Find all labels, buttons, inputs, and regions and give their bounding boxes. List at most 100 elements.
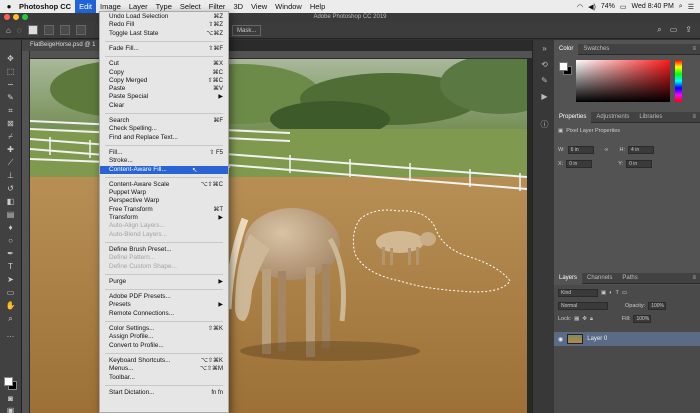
share-icon[interactable]: ⇪ [685,25,692,35]
clock[interactable]: Wed 8:40 PM [632,3,674,10]
lock-position-icon[interactable]: ✥ [582,316,587,322]
height-field[interactable]: 4 in [628,146,655,154]
volume-icon[interactable]: ◀) [588,3,596,11]
lock-pixels-icon[interactable]: ▦ [574,316,579,322]
edit-menu-item-keyboard-shortcuts[interactable]: Keyboard Shortcuts... ⌥⇧⌘K [100,357,228,365]
tab-adjustments[interactable]: Adjustments [591,112,634,123]
screen-mode-icon[interactable]: ▣ [5,406,16,413]
brush-tool-icon[interactable]: ⟋ [5,158,16,167]
menu-3d[interactable]: 3D [229,0,247,13]
foreground-color-swatch[interactable] [4,377,13,386]
edit-menu-item-paste-special[interactable]: Paste Special ▶ [100,93,228,101]
quick-select-tool-icon[interactable]: ✎ [5,93,16,102]
marquee-tool-icon[interactable]: ⬚ [5,67,16,76]
lasso-tool-icon[interactable]: ∽ [5,80,16,89]
lock-all-icon[interactable]: 🔒︎ [590,316,593,323]
edit-menu-item-puppet-warp[interactable]: Puppet Warp [100,189,228,197]
edit-menu-item-start-dictation[interactable]: Start Dictation... fn fn [100,389,228,397]
visibility-eye-icon[interactable]: ◉ [558,336,563,343]
pen-tool-icon[interactable]: ✒ [5,249,16,258]
hue-slider[interactable] [675,60,682,102]
subtract-selection-button[interactable] [59,25,70,35]
filter-pixel-icon[interactable]: ▣ [601,290,606,296]
edit-menu-item-undo-load-selection[interactable]: Undo Load Selection ⌘Z [100,13,228,21]
edit-menu-item-color-settings[interactable]: Color Settings... ⇧⌘K [100,325,228,333]
move-tool-icon[interactable]: ✥ [5,54,16,63]
minimize-window-button[interactable] [13,14,19,20]
tab-color[interactable]: Color [554,43,579,55]
edit-menu-item-check-spelling[interactable]: Check Spelling... [100,125,228,133]
edit-menu-item-cut[interactable]: Cut ⌘X [100,60,228,68]
edit-menu-item-toolbar[interactable]: Toolbar... [100,374,228,382]
close-window-button[interactable] [4,14,10,20]
workspace-icon[interactable]: ▭ [670,25,678,35]
frame-tool-icon[interactable]: ⊠ [5,119,16,128]
search-icon[interactable]: ⌕ [657,25,661,35]
zoom-window-button[interactable] [22,14,28,20]
tab-swatches[interactable]: Swatches [578,44,614,55]
filter-shape-icon[interactable]: ▭ [622,290,627,296]
stamp-tool-icon[interactable]: ⊥ [5,171,16,180]
link-icon[interactable]: ∞ [605,147,609,153]
menu-list-icon[interactable]: ☰ [688,3,694,11]
history-panel-icon[interactable]: ⟲ [540,60,549,69]
eyedropper-tool-icon[interactable]: ⌿ [5,132,16,141]
blend-mode-select[interactable]: Normal [558,302,608,310]
dodge-tool-icon[interactable]: ○ [5,236,16,245]
brush-settings-icon[interactable]: ✎ [540,76,549,85]
path-select-tool-icon[interactable]: ➤ [5,275,16,284]
intersect-selection-button[interactable] [75,25,86,35]
edit-menu-item-copy[interactable]: Copy ⌘C [100,69,228,77]
menu-help[interactable]: Help [306,0,329,13]
edit-menu-item-transform[interactable]: Transform ▶ [100,214,228,222]
edit-menu-item-clear[interactable]: Clear [100,102,228,110]
edit-menu-item-menus[interactable]: Menus... ⌥⇧⌘M [100,365,228,373]
zoom-tool-icon[interactable]: ⌕ [5,314,16,323]
x-field[interactable]: 0 in [566,160,593,168]
edit-menu-item-adobe-pdf-presets[interactable]: Adobe PDF Presets... [100,293,228,301]
hand-tool-icon[interactable]: ✋ [5,301,16,310]
filter-adjust-icon[interactable]: ◐ [609,290,612,296]
select-and-mask-button[interactable]: Mask... [232,25,262,36]
collapse-arrows-icon[interactable]: » [540,44,549,53]
info-panel-icon[interactable]: ⓘ [540,120,549,129]
more-tools-icon[interactable]: … [5,330,16,339]
edit-menu-item-free-transform[interactable]: Free Transform ⌘T [100,206,228,214]
quick-mask-icon[interactable]: ◙ [5,394,16,403]
eraser-tool-icon[interactable]: ◧ [5,197,16,206]
width-field[interactable]: 6 in [567,146,594,154]
filter-type-icon[interactable]: T [616,290,619,296]
menu-edit[interactable]: Edit [75,0,97,13]
blur-tool-icon[interactable]: ♦ [5,223,16,232]
edit-menu-item-perspective-warp[interactable]: Perspective Warp [100,197,228,205]
tool-preset-icon[interactable]: ◌ [17,26,22,35]
color-fg-swatch[interactable] [559,62,568,71]
tab-properties[interactable]: Properties [554,111,592,123]
home-icon[interactable]: ⌂ [6,26,11,35]
edit-menu-item-redo-fill[interactable]: Redo Fill ⇧⌘Z [100,21,228,29]
edit-menu-item-fade-fill[interactable]: Fade Fill... ⇧⌘F [100,45,228,53]
edit-menu-item-assign-profile[interactable]: Assign Profile... [100,333,228,341]
crop-tool-icon[interactable]: ⌗ [5,106,16,115]
edit-menu-item-copy-merged[interactable]: Copy Merged ⇧⌘C [100,77,228,85]
rectangle-tool-icon[interactable]: ▭ [5,288,16,297]
layer-row[interactable]: ◉ Layer 0 [554,332,700,346]
actions-panel-icon[interactable]: ▶ [540,92,549,101]
edit-menu-item-purge[interactable]: Purge ▶ [100,278,228,286]
fill-field[interactable]: 100% [633,315,652,323]
edit-menu-item-paste[interactable]: Paste ⌘V [100,85,228,93]
panel-menu-icon[interactable]: ≡ [687,44,700,55]
layer-name[interactable]: Layer 0 [587,336,607,342]
gradient-tool-icon[interactable]: ▤ [5,210,16,219]
panel-menu-icon[interactable]: ≡ [687,273,700,284]
edit-menu-item-remote-connections[interactable]: Remote Connections... [100,310,228,318]
tab-paths[interactable]: Paths [617,273,642,284]
wifi-icon[interactable]: ◠ [577,3,583,11]
new-selection-button[interactable] [27,25,38,35]
healing-tool-icon[interactable]: ✚ [5,145,16,154]
y-field[interactable]: 0 in [626,160,653,168]
panel-menu-icon[interactable]: ≡ [687,112,700,123]
tab-libraries[interactable]: Libraries [634,112,667,123]
menu-view[interactable]: View [247,0,271,13]
opacity-field[interactable]: 100% [648,302,667,310]
